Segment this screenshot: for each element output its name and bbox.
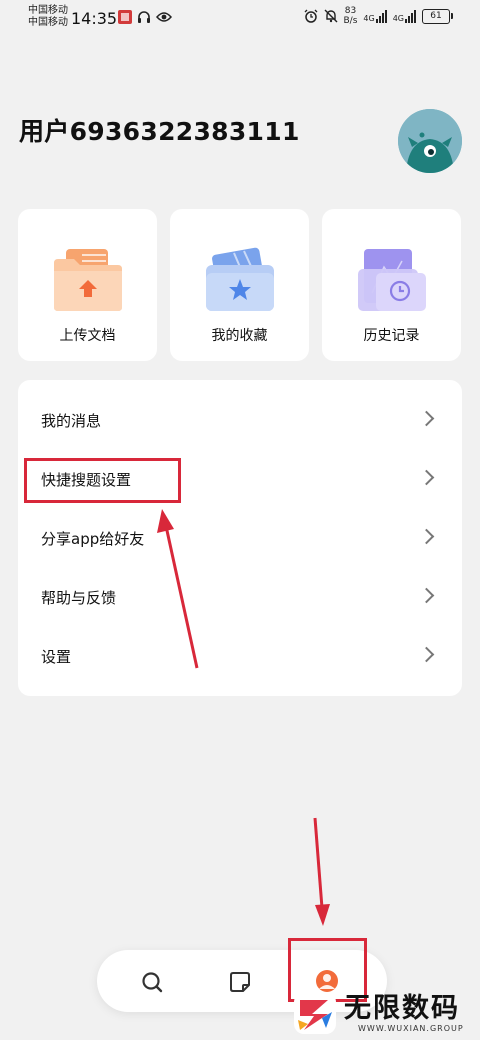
- watermark: 无限数码 WWW.WUXIAN.GROUP: [288, 986, 478, 1040]
- annotation-arrows: [157, 509, 330, 926]
- annotation-arrow-up: [157, 509, 199, 669]
- annotation-arrow-down: [313, 817, 330, 926]
- watermark-logo-icon: [294, 992, 336, 1034]
- watermark-subtitle: WWW.WUXIAN.GROUP: [358, 1024, 464, 1033]
- watermark-title: 无限数码: [344, 993, 460, 1024]
